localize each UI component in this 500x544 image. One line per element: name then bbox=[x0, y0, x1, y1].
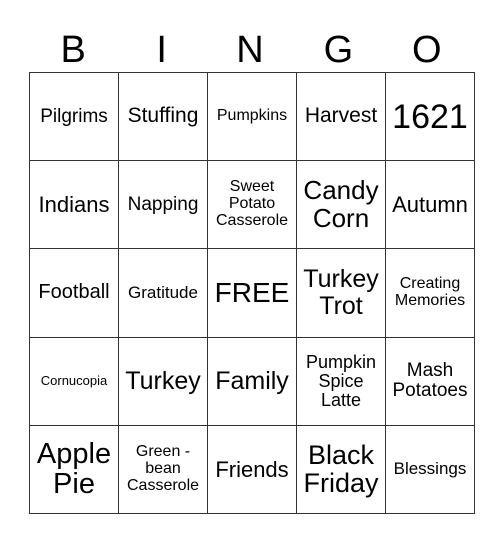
bingo-row: Football Gratitude FREE Turkey Trot Creating… bbox=[29, 248, 475, 338]
bingo-row: Pilgrims Stuffing Pumpkins Harvest 1621 bbox=[29, 71, 475, 162]
bingo-cell[interactable]: Pilgrims bbox=[29, 71, 119, 162]
bingo-cell[interactable]: Friends bbox=[207, 424, 297, 515]
bingo-row: Cornucopia Turkey Family Pumpkin Spice Latt… bbox=[29, 336, 475, 426]
bingo-cell[interactable]: Apple Pie bbox=[29, 424, 119, 515]
bingo-cell[interactable]: Gratitude bbox=[118, 248, 208, 338]
header-letter: B bbox=[60, 29, 86, 71]
bingo-cell[interactable]: Autumn bbox=[385, 160, 475, 250]
bingo-cell[interactable]: Napping bbox=[118, 160, 208, 250]
bingo-cell[interactable]: Family bbox=[207, 336, 297, 426]
header-letter: N bbox=[236, 29, 264, 71]
bingo-grid: Pilgrims Stuffing Pumpkins Harvest 1621 India… bbox=[29, 71, 475, 515]
bingo-cell[interactable]: Mash Potatoes bbox=[385, 336, 475, 426]
bingo-cell[interactable]: Cornucopia bbox=[29, 336, 119, 426]
bingo-cell[interactable]: 1621 bbox=[385, 71, 475, 162]
header-letter: I bbox=[156, 29, 167, 71]
bingo-cell[interactable]: FREE bbox=[207, 248, 297, 338]
bingo-cell[interactable]: Turkey bbox=[118, 336, 208, 426]
bingo-cell[interactable]: Candy Corn bbox=[296, 160, 386, 250]
bingo-row: Apple Pie Green - bean Casserole Friends Bl… bbox=[29, 424, 475, 515]
header-letter: O bbox=[412, 29, 442, 71]
bingo-cell[interactable]: Stuffing bbox=[118, 71, 208, 162]
bingo-cell[interactable]: Football bbox=[29, 248, 119, 338]
header-letter: G bbox=[323, 29, 354, 71]
bingo-cell[interactable]: Green - bean Casserole bbox=[118, 424, 208, 515]
bingo-cell[interactable]: Pumpkins bbox=[207, 71, 297, 162]
bingo-cell[interactable]: Indians bbox=[29, 160, 119, 250]
bingo-header: B I N G O bbox=[29, 28, 471, 72]
bingo-cell[interactable]: Sweet Potato Casserole bbox=[207, 160, 297, 250]
bingo-cell[interactable]: Turkey Trot bbox=[296, 248, 386, 338]
bingo-cell[interactable]: Pumpkin Spice Latte bbox=[296, 336, 386, 426]
bingo-cell[interactable]: Creating Memories bbox=[385, 248, 475, 338]
bingo-row: Indians Napping Sweet Potato Casserole Cand… bbox=[29, 160, 475, 250]
bingo-cell[interactable]: Harvest bbox=[296, 71, 386, 162]
bingo-cell[interactable]: Black Friday bbox=[296, 424, 386, 515]
bingo-cell[interactable]: Blessings bbox=[385, 424, 475, 515]
